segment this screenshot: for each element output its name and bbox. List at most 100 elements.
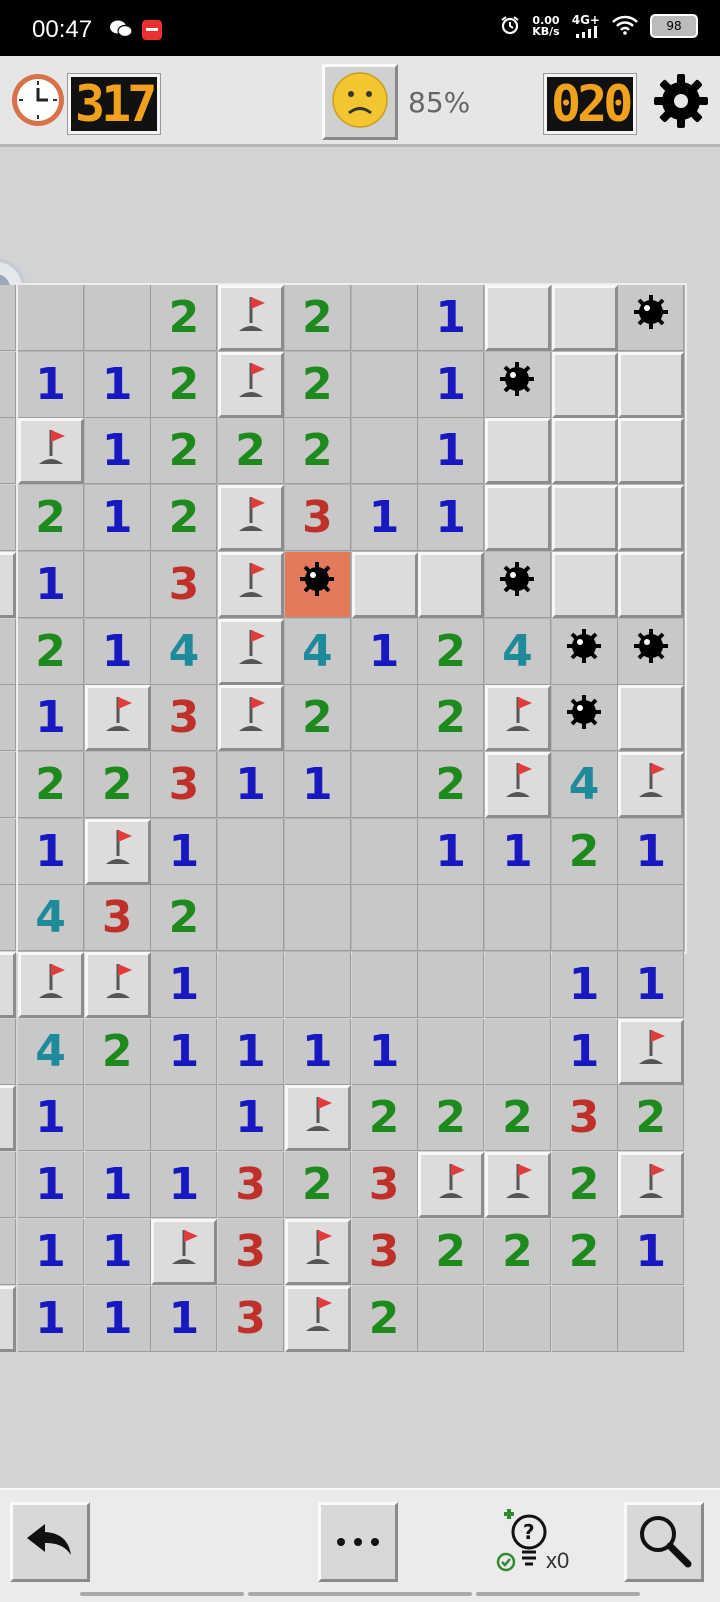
edge-cell[interactable] bbox=[0, 952, 16, 1018]
mine-cell[interactable] bbox=[618, 285, 685, 351]
edge-cell[interactable] bbox=[0, 751, 16, 818]
number-cell[interactable]: 2 bbox=[418, 618, 485, 685]
empty-cell[interactable] bbox=[284, 952, 351, 1018]
empty-cell[interactable] bbox=[351, 818, 418, 885]
number-cell[interactable]: 3 bbox=[551, 1085, 618, 1152]
number-cell[interactable]: 1 bbox=[284, 1018, 351, 1085]
number-cell[interactable]: 4 bbox=[484, 618, 551, 685]
number-cell[interactable]: 1 bbox=[18, 1218, 84, 1285]
flagged-cell[interactable] bbox=[18, 952, 84, 1018]
empty-cell[interactable] bbox=[351, 885, 418, 952]
flagged-cell[interactable] bbox=[218, 685, 285, 752]
number-cell[interactable]: 1 bbox=[18, 1152, 84, 1219]
number-cell[interactable]: 1 bbox=[151, 1152, 218, 1219]
flagged-cell[interactable] bbox=[218, 351, 285, 418]
empty-cell[interactable] bbox=[484, 1285, 551, 1352]
number-cell[interactable]: 3 bbox=[351, 1218, 418, 1285]
edge-cell[interactable] bbox=[0, 1085, 16, 1152]
covered-cell[interactable] bbox=[551, 285, 618, 351]
number-cell[interactable]: 3 bbox=[351, 1152, 418, 1219]
number-cell[interactable]: 1 bbox=[18, 551, 84, 618]
empty-cell[interactable] bbox=[618, 885, 685, 952]
mine-cell[interactable] bbox=[484, 351, 551, 418]
flagged-cell[interactable] bbox=[151, 1218, 218, 1285]
mine-cell[interactable] bbox=[551, 618, 618, 685]
number-cell[interactable]: 2 bbox=[484, 1085, 551, 1152]
empty-cell[interactable] bbox=[151, 1085, 218, 1152]
number-cell[interactable]: 2 bbox=[284, 418, 351, 485]
edge-cell[interactable] bbox=[0, 885, 16, 952]
empty-cell[interactable] bbox=[84, 1085, 151, 1152]
number-cell[interactable]: 3 bbox=[151, 751, 218, 818]
edge-cell[interactable] bbox=[0, 551, 16, 618]
number-cell[interactable]: 2 bbox=[151, 285, 218, 351]
number-cell[interactable]: 2 bbox=[284, 1152, 351, 1219]
number-cell[interactable]: 2 bbox=[84, 751, 151, 818]
number-cell[interactable]: 2 bbox=[284, 285, 351, 351]
number-cell[interactable]: 3 bbox=[84, 885, 151, 952]
number-cell[interactable]: 1 bbox=[418, 485, 485, 552]
flagged-cell[interactable] bbox=[618, 751, 685, 818]
empty-cell[interactable] bbox=[351, 751, 418, 818]
flagged-cell[interactable] bbox=[618, 1018, 685, 1085]
number-cell[interactable]: 1 bbox=[418, 285, 485, 351]
number-cell[interactable]: 3 bbox=[218, 1285, 285, 1352]
covered-cell[interactable] bbox=[351, 551, 418, 618]
empty-cell[interactable] bbox=[351, 418, 418, 485]
number-cell[interactable]: 2 bbox=[418, 751, 485, 818]
number-cell[interactable]: 2 bbox=[418, 1085, 485, 1152]
covered-cell[interactable] bbox=[551, 418, 618, 485]
exploded-mine-cell[interactable] bbox=[284, 551, 351, 618]
number-cell[interactable]: 2 bbox=[284, 685, 351, 752]
number-cell[interactable]: 2 bbox=[551, 1152, 618, 1219]
number-cell[interactable]: 3 bbox=[218, 1152, 285, 1219]
number-cell[interactable]: 2 bbox=[151, 418, 218, 485]
edge-cell[interactable] bbox=[0, 285, 16, 351]
number-cell[interactable]: 1 bbox=[351, 1018, 418, 1085]
empty-cell[interactable] bbox=[218, 818, 285, 885]
edge-cell[interactable] bbox=[0, 351, 16, 418]
covered-cell[interactable] bbox=[484, 285, 551, 351]
edge-cell[interactable] bbox=[0, 485, 16, 552]
number-cell[interactable]: 1 bbox=[84, 1152, 151, 1219]
empty-cell[interactable] bbox=[418, 952, 485, 1018]
gear-icon[interactable] bbox=[652, 72, 710, 134]
mine-cell[interactable] bbox=[484, 551, 551, 618]
number-cell[interactable]: 2 bbox=[151, 885, 218, 952]
empty-cell[interactable] bbox=[218, 885, 285, 952]
number-cell[interactable]: 1 bbox=[151, 1285, 218, 1352]
flagged-cell[interactable] bbox=[84, 952, 151, 1018]
number-cell[interactable]: 2 bbox=[218, 418, 285, 485]
number-cell[interactable]: 1 bbox=[18, 818, 84, 885]
number-cell[interactable]: 1 bbox=[551, 952, 618, 1018]
number-cell[interactable]: 2 bbox=[418, 1218, 485, 1285]
empty-cell[interactable] bbox=[418, 885, 485, 952]
covered-cell[interactable] bbox=[484, 485, 551, 552]
number-cell[interactable]: 1 bbox=[84, 351, 151, 418]
mine-cell[interactable] bbox=[551, 685, 618, 752]
edge-cell[interactable] bbox=[0, 1152, 16, 1219]
flagged-cell[interactable] bbox=[284, 1218, 351, 1285]
number-cell[interactable]: 1 bbox=[84, 618, 151, 685]
empty-cell[interactable] bbox=[284, 885, 351, 952]
number-cell[interactable]: 1 bbox=[351, 485, 418, 552]
number-cell[interactable]: 2 bbox=[551, 818, 618, 885]
empty-cell[interactable] bbox=[218, 952, 285, 1018]
flagged-cell[interactable] bbox=[218, 551, 285, 618]
number-cell[interactable]: 1 bbox=[18, 1285, 84, 1352]
empty-cell[interactable] bbox=[484, 952, 551, 1018]
covered-cell[interactable] bbox=[418, 551, 485, 618]
number-cell[interactable]: 2 bbox=[18, 485, 84, 552]
number-cell[interactable]: 1 bbox=[218, 1018, 285, 1085]
number-cell[interactable]: 2 bbox=[351, 1285, 418, 1352]
empty-cell[interactable] bbox=[618, 1285, 685, 1352]
edge-cell[interactable] bbox=[0, 685, 16, 752]
empty-cell[interactable] bbox=[418, 1285, 485, 1352]
empty-cell[interactable] bbox=[551, 1285, 618, 1352]
covered-cell[interactable] bbox=[618, 485, 685, 552]
number-cell[interactable]: 1 bbox=[84, 418, 151, 485]
empty-cell[interactable] bbox=[351, 285, 418, 351]
flagged-cell[interactable] bbox=[218, 285, 285, 351]
empty-cell[interactable] bbox=[484, 1018, 551, 1085]
flagged-cell[interactable] bbox=[84, 685, 151, 752]
